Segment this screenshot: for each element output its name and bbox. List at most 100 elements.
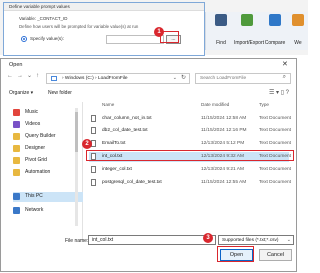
- forward-arrow-icon[interactable]: →: [17, 73, 23, 79]
- column-header-name[interactable]: Name: [102, 102, 114, 107]
- find-button[interactable]: Find: [208, 14, 234, 46]
- file-type: Text Document: [259, 180, 291, 185]
- sidebar-item-label: Query Builder: [25, 133, 56, 139]
- file-type: Text Document: [259, 116, 291, 121]
- sidebar-item-label: Videos: [25, 121, 41, 127]
- sidebar-item-query-builder[interactable]: Query Builder: [13, 132, 83, 142]
- computer-icon: [13, 193, 20, 200]
- file-row[interactable]: postgresql_col_date_test.txt 11/15/2024 …: [89, 178, 291, 188]
- sidebar-item-designer[interactable]: Designer: [13, 144, 83, 154]
- file-name-label: File name:: [65, 238, 89, 244]
- sidebar-item-network[interactable]: Network: [13, 206, 83, 216]
- videos-icon: [13, 121, 20, 128]
- file-name: EmailTo.txt: [102, 141, 126, 146]
- variable-name: Variable: _CONTACT_ID: [19, 16, 68, 21]
- cancel-button[interactable]: Cancel: [259, 249, 292, 261]
- search-icon: ⌕: [282, 74, 286, 80]
- callout-1: 1: [154, 27, 164, 37]
- sidebar-item-label: Music: [25, 109, 39, 115]
- file-row[interactable]: char_column_not_in.txt 11/15/2024 12:58 …: [89, 114, 291, 124]
- sidebar-item-videos[interactable]: Videos: [13, 120, 83, 130]
- selected-file-highlight: [86, 150, 294, 161]
- address-path: › Windows (C:) › LoadFromFile: [62, 76, 128, 81]
- file-name-input[interactable]: int_col.txt: [88, 235, 216, 245]
- file-date: 12/13/2024 5:12 PM: [201, 141, 245, 146]
- text-file-icon: [91, 166, 96, 173]
- sidebar-item-label: Network: [25, 207, 44, 213]
- file-row[interactable]: db2_col_date_test.txt 11/15/2024 12:16 P…: [89, 126, 291, 136]
- search-placeholder: Search LoadFromFile: [200, 76, 247, 81]
- web-button[interactable]: We: [288, 14, 308, 46]
- compare-button[interactable]: Compare: [262, 14, 288, 46]
- text-file-icon: [91, 115, 96, 122]
- import-export-button[interactable]: Import/Export: [234, 14, 265, 46]
- folder-icon: [13, 169, 20, 176]
- sidebar-item-pivot-grid[interactable]: Pivot Grid: [13, 156, 83, 166]
- import-export-label: Import/Export: [234, 40, 265, 46]
- file-date: 12/13/2024 9:21 AM: [201, 167, 244, 172]
- column-header-type[interactable]: Type: [259, 102, 269, 107]
- sidebar-item-label: Designer: [25, 145, 46, 151]
- new-folder-button[interactable]: New folder: [48, 90, 72, 96]
- prompt-description: Define how users will be prompted for va…: [19, 24, 139, 29]
- file-name: postgresql_col_date_test.txt: [102, 180, 162, 185]
- text-file-icon: [91, 127, 96, 134]
- file-row[interactable]: integer_col.txt 12/13/2024 9:21 AM Text …: [89, 165, 291, 175]
- file-name: char_column_not_in.txt: [102, 116, 152, 121]
- file-name-value: int_col.txt: [92, 237, 114, 243]
- sidebar-item-this-pc[interactable]: This PC: [13, 192, 83, 202]
- file-list: Name Date modified Type char_column_not_…: [85, 102, 295, 242]
- file-type: Text Document: [259, 141, 291, 146]
- specify-values-label: Specify value(s):: [30, 36, 64, 41]
- open-button-highlight: [217, 246, 254, 262]
- up-arrow-icon[interactable]: ↑: [36, 73, 39, 79]
- open-dialog-title: Open: [9, 62, 23, 68]
- binoculars-icon: [215, 14, 227, 26]
- folder-icon: [13, 157, 20, 164]
- web-icon: [292, 14, 304, 26]
- file-date: 11/15/2024 12:16 PM: [201, 128, 247, 133]
- file-date: 11/15/2024 12:58 AM: [201, 116, 247, 121]
- column-header-date[interactable]: Date modified: [201, 102, 229, 107]
- sidebar-item-label: This PC: [25, 193, 43, 199]
- search-box[interactable]: Search LoadFromFile ⌕: [195, 73, 291, 84]
- file-row[interactable]: EmailTo.txt 12/13/2024 5:12 PM Text Docu…: [89, 139, 291, 149]
- import-export-icon: [241, 14, 253, 26]
- file-name: integer_col.txt: [102, 167, 132, 172]
- text-file-icon: [91, 179, 96, 186]
- address-bar[interactable]: › Windows (C:) › LoadFromFile ⌄ ↻: [46, 73, 190, 84]
- find-label: Find: [216, 40, 226, 46]
- specify-values-radio[interactable]: [21, 36, 27, 42]
- sidebar-item-music[interactable]: Music: [13, 108, 83, 118]
- sidebar-scrollbar-thumb[interactable]: [75, 112, 78, 152]
- open-file-dialog: Open ✕ ← → ⌄ ↑ › Windows (C:) › LoadFrom…: [0, 58, 297, 272]
- network-icon: [13, 207, 20, 214]
- chevron-down-icon[interactable]: ⌄: [173, 75, 177, 81]
- navigation-bar: ← → ⌄ ↑ › Windows (C:) › LoadFromFile ⌄ …: [5, 73, 295, 85]
- prompt-dialog-title: Define variable prompt values: [4, 3, 204, 11]
- navigation-pane: Music Videos Query Builder Designer Pivo…: [3, 102, 83, 242]
- variable-prompt-dialog: Define variable prompt values Variable: …: [3, 2, 205, 56]
- file-date: 11/15/2024 12:55 AM: [201, 180, 247, 185]
- folder-icon: [13, 145, 20, 152]
- compare-label: Compare: [264, 40, 286, 46]
- compare-icon: [269, 14, 281, 26]
- folder-icon: [13, 133, 20, 140]
- file-type-value: Supported files (*.txt;*.csv): [222, 238, 279, 243]
- close-icon[interactable]: ✕: [282, 60, 288, 68]
- computer-icon: [51, 76, 57, 81]
- refresh-icon[interactable]: ↻: [181, 74, 186, 81]
- view-options-icon[interactable]: ☰ ▾ ▯ ?: [269, 89, 289, 96]
- back-arrow-icon[interactable]: ←: [7, 73, 13, 79]
- callout-2: 2: [82, 139, 92, 149]
- specify-values-input[interactable]: [106, 35, 164, 44]
- sidebar-item-label: Automation: [25, 169, 51, 175]
- web-label: We: [294, 40, 302, 46]
- recent-locations-icon[interactable]: ⌄: [27, 72, 32, 79]
- command-bar: Organize ▾ New folder ☰ ▾ ▯ ?: [5, 89, 295, 99]
- file-type: Text Document: [259, 167, 291, 172]
- organize-menu[interactable]: Organize ▾: [9, 90, 33, 96]
- music-icon: [13, 109, 20, 116]
- file-type-select[interactable]: Supported files (*.txt;*.csv) ⌄: [218, 235, 294, 245]
- sidebar-item-automation[interactable]: Automation: [13, 168, 83, 178]
